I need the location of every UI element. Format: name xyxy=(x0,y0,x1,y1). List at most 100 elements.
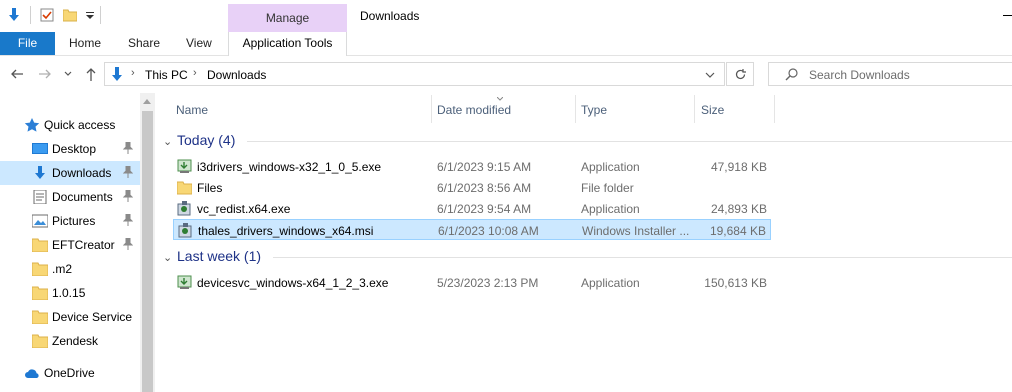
file-row-selected[interactable]: thales_drivers_windows_x64.msi 6/1/2023 … xyxy=(173,219,771,240)
nav-label: Documents xyxy=(52,190,113,204)
file-size: 150,613 KB xyxy=(704,276,767,290)
up-arrow-icon[interactable] xyxy=(84,66,98,82)
file-row[interactable]: Files 6/1/2023 8:56 AM File folder xyxy=(173,177,771,198)
file-name: devicesvc_windows-x64_1_2_3.exe xyxy=(197,276,389,290)
pin-icon[interactable] xyxy=(123,190,133,202)
sidebar-item-pictures[interactable]: Pictures xyxy=(0,209,140,233)
group-label: Last week (1) xyxy=(177,248,262,264)
column-header-size[interactable]: Size xyxy=(701,103,724,117)
forward-arrow-icon[interactable] xyxy=(38,66,52,82)
chevron-down-icon[interactable]: ⌄ xyxy=(163,251,173,264)
file-size: 24,893 KB xyxy=(710,202,767,216)
folder-icon xyxy=(32,238,48,252)
breadcrumb-this-pc[interactable]: This PC xyxy=(145,68,188,82)
refresh-icon xyxy=(735,69,746,80)
scroll-up-icon[interactable] xyxy=(143,99,151,104)
group-header-today[interactable]: ⌄ Today (4) xyxy=(163,132,235,148)
sidebar-item-onedrive[interactable]: OneDrive xyxy=(0,361,140,385)
pin-icon[interactable] xyxy=(123,238,133,250)
downloads-arrow-icon[interactable] xyxy=(7,8,21,22)
pin-icon[interactable] xyxy=(123,142,133,154)
chevron-right-icon[interactable]: › xyxy=(131,67,135,79)
column-header-date-modified[interactable]: Date modified xyxy=(437,103,511,117)
title-bar: Manage Downloads xyxy=(0,0,1012,32)
chevron-down-icon[interactable]: ⌄ xyxy=(163,135,173,148)
chevron-right-icon[interactable]: › xyxy=(193,67,197,79)
file-row[interactable]: vc_redist.x64.exe 6/1/2023 9:54 AM Appli… xyxy=(173,198,771,219)
customize-toolbar-icon[interactable] xyxy=(83,8,97,22)
file-name: i3drivers_windows-x32_1_0_5.exe xyxy=(197,160,382,174)
address-dropdown-icon[interactable] xyxy=(705,71,715,79)
search-input[interactable]: Search Downloads xyxy=(768,62,1012,86)
folder-icon xyxy=(32,262,48,276)
file-name: vc_redist.x64.exe xyxy=(197,202,291,216)
sidebar-item-downloads[interactable]: Downloads xyxy=(0,161,140,185)
msi-icon xyxy=(178,223,192,238)
search-icon xyxy=(785,68,798,81)
tab-home[interactable]: Home xyxy=(69,32,101,55)
scrollbar-thumb[interactable] xyxy=(142,111,153,392)
refresh-button[interactable] xyxy=(726,62,754,86)
nav-label: 1.0.15 xyxy=(52,286,86,300)
pictures-icon xyxy=(32,214,48,228)
new-folder-icon[interactable] xyxy=(63,8,77,22)
minimize-icon[interactable] xyxy=(1003,15,1012,16)
file-row[interactable]: devicesvc_windows-x64_1_2_3.exe 5/23/202… xyxy=(173,272,771,293)
folder-icon xyxy=(177,181,192,195)
tab-view[interactable]: View xyxy=(186,32,212,55)
group-label: Today (4) xyxy=(177,132,236,148)
sidebar-item-device-service[interactable]: Device Service xyxy=(0,305,140,329)
nav-label: .m2 xyxy=(52,262,73,276)
file-list: Name Date modified Type Size ⌄ Today (4) … xyxy=(155,93,1012,392)
manage-tab[interactable]: Manage xyxy=(228,4,347,32)
nav-label: OneDrive xyxy=(44,366,95,380)
column-divider[interactable] xyxy=(774,95,775,123)
nav-label: Device Service xyxy=(52,310,133,324)
nav-label: Zendesk xyxy=(52,334,99,348)
properties-icon[interactable] xyxy=(40,8,54,22)
pin-icon[interactable] xyxy=(123,214,133,226)
nav-quick-access[interactable]: Quick access xyxy=(0,113,140,137)
file-size: 47,918 KB xyxy=(710,160,767,174)
breadcrumb-downloads[interactable]: Downloads xyxy=(207,68,266,82)
sidebar-item-1-0-15[interactable]: 1.0.15 xyxy=(0,281,140,305)
nav-scrollbar[interactable] xyxy=(140,93,155,392)
group-divider xyxy=(273,257,1012,258)
nav-label: Pictures xyxy=(52,214,96,228)
column-divider[interactable] xyxy=(575,95,576,123)
pin-icon[interactable] xyxy=(123,166,133,178)
sidebar-item-m2[interactable]: .m2 xyxy=(0,257,140,281)
nav-label: EFTCreator xyxy=(52,238,115,252)
column-divider[interactable] xyxy=(431,95,432,123)
address-row: › This PC › Downloads Search Downloads xyxy=(0,56,1012,93)
nav-label: Downloads xyxy=(52,166,112,180)
group-header-last-week[interactable]: ⌄ Last week (1) xyxy=(163,248,261,264)
tab-application-tools[interactable]: Application Tools xyxy=(228,32,347,56)
sidebar-item-documents[interactable]: Documents xyxy=(0,185,140,209)
column-header-name[interactable]: Name xyxy=(176,103,208,117)
group-divider xyxy=(247,141,1012,142)
downloads-icon xyxy=(35,166,45,179)
sidebar-item-zendesk[interactable]: Zendesk xyxy=(0,329,140,353)
column-divider[interactable] xyxy=(694,95,695,123)
sort-indicator-icon xyxy=(497,97,503,101)
column-header-type[interactable]: Type xyxy=(581,103,607,117)
file-row[interactable]: i3drivers_windows-x32_1_0_5.exe 6/1/2023… xyxy=(173,156,771,177)
folder-icon xyxy=(32,334,48,348)
ribbon-tabs: File Home Share View Application Tools xyxy=(0,32,1012,56)
file-type: Application xyxy=(581,202,640,216)
installer-icon xyxy=(177,159,192,173)
tab-share[interactable]: Share xyxy=(128,32,160,55)
file-date: 6/1/2023 9:54 AM xyxy=(437,202,532,216)
recent-locations-chevron-icon[interactable] xyxy=(64,66,72,82)
folder-icon xyxy=(32,286,48,300)
sidebar-item-eftcreator[interactable]: EFTCreator xyxy=(0,233,140,257)
back-arrow-icon[interactable] xyxy=(10,66,24,82)
folder-icon xyxy=(32,310,48,324)
setup-icon xyxy=(177,201,191,216)
address-bar[interactable]: › This PC › Downloads xyxy=(104,62,725,86)
sidebar-item-desktop[interactable]: Desktop xyxy=(0,137,140,161)
separator xyxy=(30,6,31,24)
desktop-icon xyxy=(32,143,48,154)
tab-file[interactable]: File xyxy=(0,32,55,55)
